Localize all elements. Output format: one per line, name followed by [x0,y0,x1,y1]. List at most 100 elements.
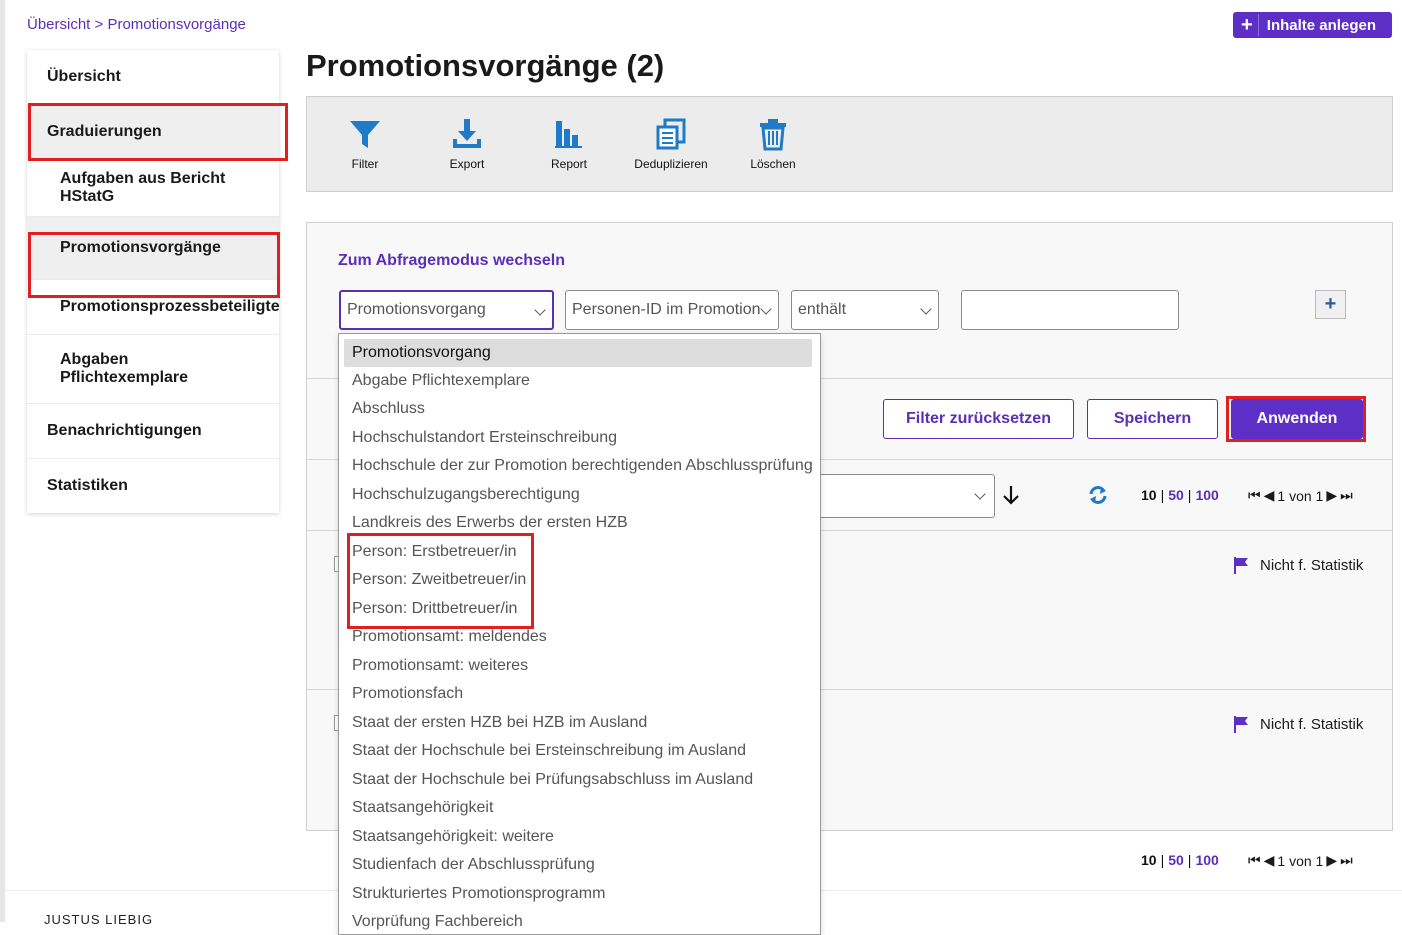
sidebar-item-label: Graduierungen [47,123,162,140]
trash-icon [760,119,786,151]
first-page-icon[interactable]: ⏮ [1248,852,1261,869]
breadcrumb-root-link[interactable]: Übersicht [27,16,90,33]
dropdown-option[interactable]: Hochschulzugangsberechtigung [352,486,580,504]
dropdown-option[interactable]: Abgabe Pflichtexemplare [352,372,530,390]
dropdown-option[interactable]: Hochschulstandort Ersteinschreibung [352,429,617,447]
bar-chart-icon [555,121,582,148]
filter-button[interactable]: Filter [320,117,410,171]
delete-button[interactable]: Löschen [728,117,818,171]
deduplicate-button[interactable]: Deduplizieren [626,117,716,171]
dropdown-option[interactable]: Staat der ersten HZB bei HZB im Ausland [352,714,647,732]
dropdown-option[interactable]: Abschluss [352,400,425,418]
dropdown-option[interactable]: Person: Drittbetreuer/in [352,600,517,618]
plus-icon: + [1236,14,1259,36]
dropdown-option[interactable]: Promotionsvorgang [344,339,812,367]
dropdown-option[interactable]: Promotionsamt: weiteres [352,657,528,675]
prev-page-icon[interactable]: ◀ [1264,487,1275,504]
sidebar-item-hstatg-tasks[interactable]: Aufgaben aus Bericht HStatG [27,160,279,217]
dropdown-option[interactable]: Landkreis des Erwerbs der ersten HZB [352,514,628,532]
field-select-value: Personen-ID im Promotion [572,301,761,318]
copy-documents-icon [656,118,686,150]
sidebar-item-label: Übersicht [47,68,121,85]
operator-select[interactable]: enthält [791,290,939,330]
chevron-down-icon [534,304,546,316]
refresh-icon[interactable] [1087,484,1109,506]
reset-filter-button[interactable]: Filter zurücksetzen [883,399,1074,439]
dropdown-option[interactable]: Promotionsfach [352,685,463,703]
sidebar-item-label: Benachrichtigungen [47,422,202,439]
sort-select[interactable] [800,474,995,518]
dropdown-option[interactable]: Person: Erstbetreuer/in [352,543,517,561]
field-select[interactable]: Personen-ID im Promotion [565,290,779,330]
export-button[interactable]: Export [422,117,512,171]
dropdown-option[interactable]: Staat der Hochschule bei Ersteinschreibu… [352,742,746,760]
page-size-10[interactable]: 10 [1141,487,1157,503]
add-content-button[interactable]: + Inhalte anlegen [1232,12,1392,38]
row-status-text: Nicht f. Statistik [1260,715,1364,733]
sidebar-item-statistics[interactable]: Statistiken [27,459,279,513]
add-filter-row-button[interactable]: + [1315,290,1346,319]
delete-label: Löschen [750,157,796,171]
page-size-10[interactable]: 10 [1141,852,1157,868]
sidebar-item-label: Statistiken [47,477,128,494]
add-content-label: Inhalte anlegen [1266,16,1376,34]
next-page-icon[interactable]: ▶ [1326,852,1337,869]
page-size-100[interactable]: 100 [1195,487,1218,503]
save-filter-button[interactable]: Speichern [1087,399,1218,439]
dropdown-option[interactable]: Promotionsamt: meldendes [352,628,547,646]
page-info: 1 von 1 [1277,852,1324,869]
chevron-down-icon [760,303,772,315]
last-page-icon[interactable]: ⏭ [1340,487,1353,504]
report-label: Report [550,157,588,171]
chevron-down-icon [920,303,932,315]
dropdown-option[interactable]: Studienfach der Abschlussprüfung [352,856,595,874]
filter-value-input[interactable] [961,290,1179,330]
dropdown-option[interactable]: Staat der Hochschule bei Prüfungsabschlu… [352,771,753,789]
page-navigation: ⏮ ◀ 1 von 1 ▶ ⏭ [1248,487,1353,504]
switch-query-mode-link[interactable]: Zum Abfragemodus wechseln [338,252,565,270]
deduplicate-label: Deduplizieren [634,157,708,171]
row-statistics-flag: Nicht f. Statistik [1232,556,1363,574]
action-toolbar: Filter Export Report Deduplizieren Lösch… [306,96,1393,192]
sidebar-item-label: Aufgaben aus Bericht HStatG [60,170,226,205]
page-size-selector-bottom: 10 | 50 | 100 [1141,852,1219,868]
sidebar-item-overview[interactable]: Übersicht [27,50,279,105]
flag-icon [1234,716,1248,733]
breadcrumb-current-link[interactable]: Promotionsvorgänge [107,16,245,33]
entity-select[interactable]: Promotionsvorgang [339,290,554,330]
next-page-icon[interactable]: ▶ [1326,487,1337,504]
report-button[interactable]: Report [524,117,614,171]
sidebar-item-label: Promotionsvorgänge [60,239,221,256]
page-info: 1 von 1 [1277,487,1324,504]
page-size-50[interactable]: 50 [1168,487,1184,503]
prev-page-icon[interactable]: ◀ [1264,852,1275,869]
sort-direction-arrow-icon[interactable] [1001,484,1021,506]
sidebar-item-label: Abgaben Pflichtexemplare [60,351,189,386]
entity-dropdown-list: Promotionsvorgang Abgabe Pflichtexemplare… [338,333,821,935]
sidebar-item-notifications[interactable]: Benachrichtigungen [27,404,279,459]
export-label: Export [449,157,485,171]
sidebar-item-graduations[interactable]: Graduierungen [27,105,279,160]
dropdown-option[interactable]: Staatsangehörigkeit: weitere [352,828,554,846]
dropdown-option[interactable]: Vorprüfung Fachbereich [352,913,523,931]
dropdown-option[interactable]: Person: Zweitbetreuer/in [352,571,526,589]
dropdown-option[interactable]: Hochschule der zur Promotion berechtigen… [352,457,813,475]
breadcrumb-separator: > [94,16,104,33]
first-page-icon[interactable]: ⏮ [1248,487,1261,504]
footer-brand-text: JUSTUS LIEBIG [44,912,154,927]
apply-filter-button[interactable]: Anwenden [1231,399,1363,439]
operator-select-value: enthält [798,301,847,318]
sidebar-item-process-participants[interactable]: Promotionsprozessbeteiligte [27,280,280,335]
dropdown-option[interactable]: Strukturiertes Promotionsprogramm [352,885,605,903]
dropdown-option[interactable]: Staatsangehörigkeit [352,799,493,817]
sidebar-item-deposit-copies[interactable]: Abgaben Pflichtexemplare [27,335,279,404]
sidebar-nav: Übersicht Graduierungen Aufgaben aus Ber… [27,50,280,513]
last-page-icon[interactable]: ⏭ [1340,852,1353,869]
page-navigation-bottom: ⏮ ◀ 1 von 1 ▶ ⏭ [1248,852,1353,869]
chevron-down-icon [974,488,986,500]
filter-label: Filter [351,157,379,171]
page-size-50[interactable]: 50 [1168,852,1184,868]
sidebar-item-promotion-processes[interactable]: Promotionsvorgänge [27,217,279,280]
page-size-100[interactable]: 100 [1195,852,1218,868]
page-title: Promotionsvorgänge (2) [306,48,665,83]
